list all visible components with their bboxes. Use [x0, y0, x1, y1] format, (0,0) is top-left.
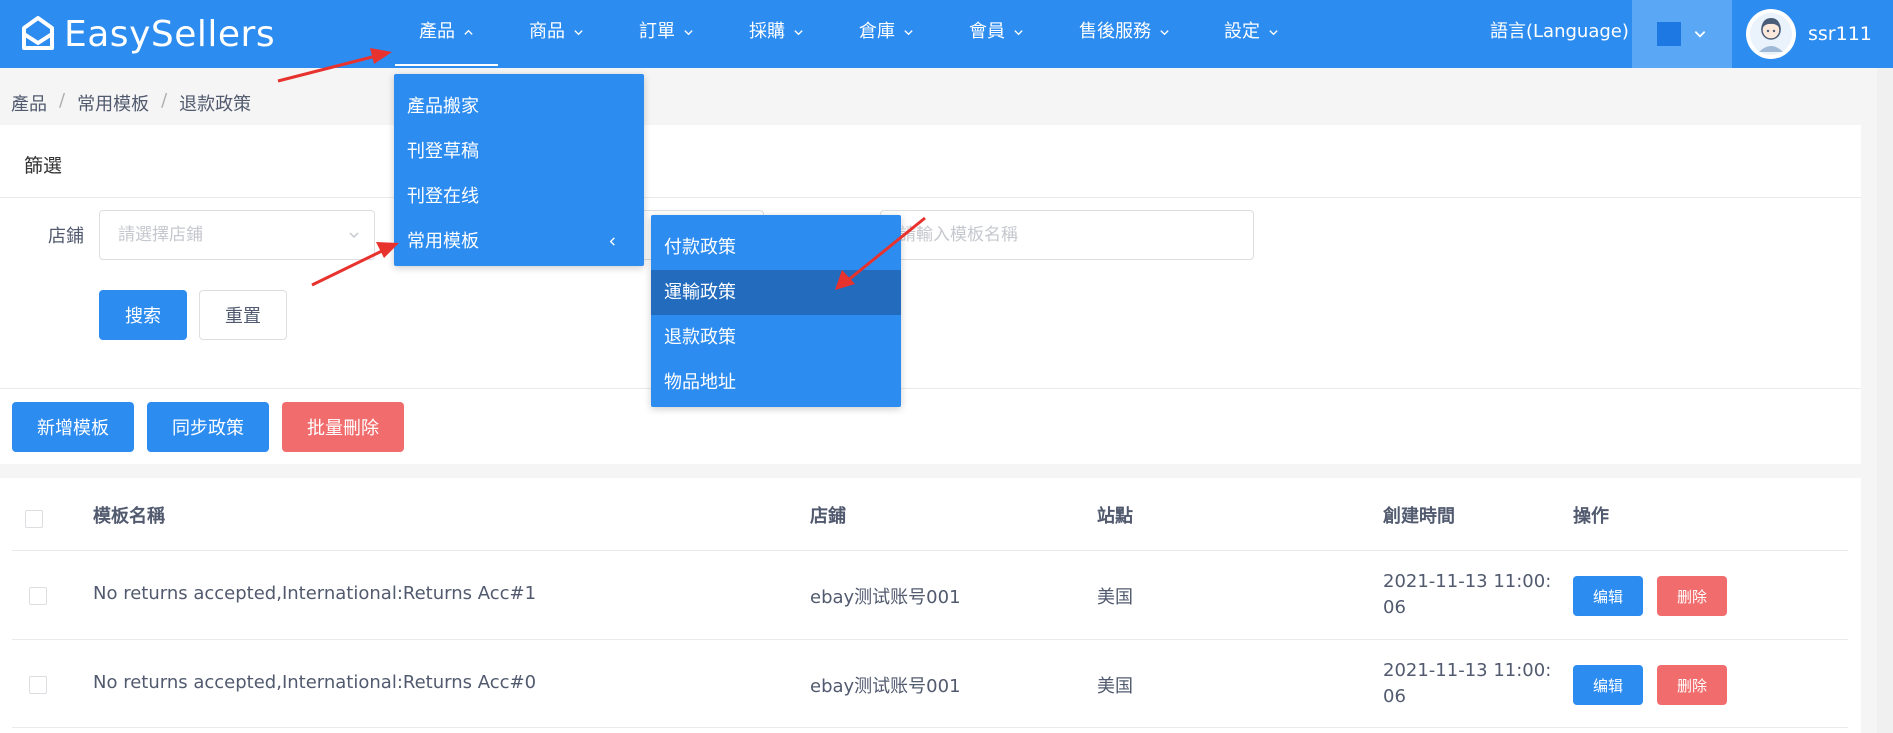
column-header-shop: 店鋪	[810, 506, 846, 527]
chevron-down-icon	[1160, 29, 1169, 35]
submenu-item-payment-policy[interactable]: 付款政策	[651, 225, 901, 270]
avatar-icon	[1746, 9, 1796, 59]
select-all-checkbox[interactable]	[25, 510, 43, 528]
column-header-name: 模板名稱	[93, 506, 165, 527]
site-name: 美国	[1097, 676, 1133, 697]
column-header-created: 創建時間	[1383, 506, 1455, 527]
action-bar: 新增模板 同步政策 批量刪除	[0, 388, 1861, 464]
envelope-logo-icon	[22, 16, 54, 50]
flag-icon	[1657, 22, 1681, 46]
breadcrumb-separator: /	[161, 90, 168, 111]
edit-button[interactable]: 编辑	[1573, 576, 1643, 616]
nav-item-purchase[interactable]: 採購	[749, 0, 804, 64]
shop-select-placeholder: 請選擇店鋪	[118, 225, 203, 245]
nav-item-label: 採購	[749, 21, 785, 42]
chevron-down-icon	[349, 232, 359, 239]
flag-selector[interactable]	[1632, 0, 1732, 68]
logo[interactable]: EasySellers	[18, 10, 275, 58]
template-name-placeholder: 請輸入模板名稱	[899, 225, 1018, 245]
breadcrumb-item[interactable]: 產品	[11, 90, 47, 116]
template-table: 模板名稱 店鋪 站點 創建時間 操作 No returns accepted,I…	[0, 478, 1861, 733]
delete-button[interactable]: 删除	[1657, 576, 1727, 616]
column-header-site: 站點	[1097, 506, 1133, 527]
shop-select[interactable]: 請選擇店鋪	[99, 210, 375, 260]
shop-name: ebay测试账号001	[810, 676, 961, 697]
shop-label: 店鋪	[48, 226, 84, 247]
breadcrumb-item-current: 退款政策	[179, 94, 252, 115]
nav-item-label: 會員	[969, 21, 1005, 42]
template-name: No returns accepted,International:Return…	[93, 583, 537, 604]
submenu-item-return-policy[interactable]: 退款政策	[651, 315, 901, 360]
nav-item-settings[interactable]: 設定	[1224, 0, 1279, 64]
username: ssr111	[1808, 23, 1872, 45]
chevron-down-icon	[574, 29, 583, 35]
created-time: 2021-11-13 11:00:06	[1383, 660, 1552, 707]
menu-item-product-move[interactable]: 產品搬家	[394, 84, 644, 129]
created-time: 2021-11-13 11:00:06	[1383, 571, 1552, 618]
row-checkbox[interactable]	[29, 587, 47, 605]
chevron-down-icon	[904, 29, 913, 35]
nav-item-orders[interactable]: 訂單	[639, 0, 694, 64]
delete-button[interactable]: 删除	[1657, 665, 1727, 705]
menu-item-label: 常用模板	[407, 231, 479, 252]
nav-item-members[interactable]: 會員	[969, 0, 1024, 64]
edit-button[interactable]: 编辑	[1573, 665, 1643, 705]
page-scrollbar[interactable]	[1877, 68, 1893, 733]
table-row: No returns accepted,International:Return…	[12, 640, 1848, 728]
nav-item-label: 商品	[529, 21, 565, 42]
chevron-down-icon	[684, 29, 693, 35]
filter-card: 篩選 店鋪 請選擇店鋪 請輸入模板名稱 搜索 重置	[0, 125, 1861, 388]
product-dropdown-menu: 產品搬家 刊登草稿 刊登在线 常用模板	[394, 74, 644, 266]
template-submenu: 付款政策 運輸政策 退款政策 物品地址	[651, 215, 901, 407]
nav-item-label: 設定	[1224, 21, 1260, 42]
nav-item-label: 產品	[419, 21, 455, 42]
breadcrumb: 產品 / 常用模板 / 退款政策	[11, 90, 251, 116]
nav-item-warehouse[interactable]: 倉庫	[859, 0, 914, 64]
shop-name: ebay测试账号001	[810, 587, 961, 608]
nav-item-label: 售後服務	[1079, 21, 1151, 42]
top-navbar: EasySellers 產品 商品 訂單 採購 倉庫 會員 售後服務 設定 語言…	[0, 0, 1893, 68]
row-checkbox[interactable]	[29, 676, 47, 694]
chevron-down-icon	[1269, 29, 1278, 35]
nav-item-after-sales[interactable]: 售後服務	[1079, 0, 1170, 64]
chevron-up-icon	[464, 29, 473, 35]
nav-item-label: 訂單	[639, 21, 675, 42]
menu-item-listing-online[interactable]: 刊登在线	[394, 174, 644, 219]
sync-policy-button[interactable]: 同步政策	[147, 402, 269, 452]
nav-item-goods[interactable]: 商品	[529, 0, 584, 64]
template-name-input[interactable]: 請輸入模板名稱	[880, 210, 1254, 260]
reset-button[interactable]: 重置	[199, 290, 287, 340]
menu-item-listing-draft[interactable]: 刊登草稿	[394, 129, 644, 174]
breadcrumb-separator: /	[59, 90, 66, 111]
site-name: 美国	[1097, 587, 1133, 608]
divider	[0, 197, 1861, 198]
add-template-button[interactable]: 新增模板	[12, 402, 134, 452]
chevron-down-icon	[1694, 31, 1706, 38]
chevron-down-icon	[1014, 29, 1023, 35]
submenu-item-shipping-policy[interactable]: 運輸政策	[651, 270, 901, 315]
table-row: No returns accepted,International:Return…	[12, 552, 1848, 640]
brand-name: EasySellers	[64, 13, 276, 55]
chevron-down-icon	[794, 29, 803, 35]
breadcrumb-item[interactable]: 常用模板	[77, 90, 149, 116]
filter-title: 篩選	[24, 155, 63, 177]
batch-delete-button[interactable]: 批量刪除	[282, 402, 404, 452]
language-switch[interactable]: 語言(Language)	[1490, 0, 1629, 64]
chevron-left-icon	[609, 237, 615, 246]
user-menu[interactable]: ssr111	[1746, 6, 1872, 62]
column-header-actions: 操作	[1573, 506, 1609, 527]
nav-item-product[interactable]: 產品	[395, 0, 498, 66]
nav-item-label: 倉庫	[859, 21, 895, 42]
table-header: 模板名稱 店鋪 站點 創建時間 操作	[12, 478, 1848, 551]
template-name: No returns accepted,International:Return…	[93, 672, 537, 693]
submenu-item-item-location[interactable]: 物品地址	[651, 360, 901, 405]
menu-item-common-templates[interactable]: 常用模板	[394, 219, 644, 264]
search-button[interactable]: 搜索	[99, 290, 187, 340]
